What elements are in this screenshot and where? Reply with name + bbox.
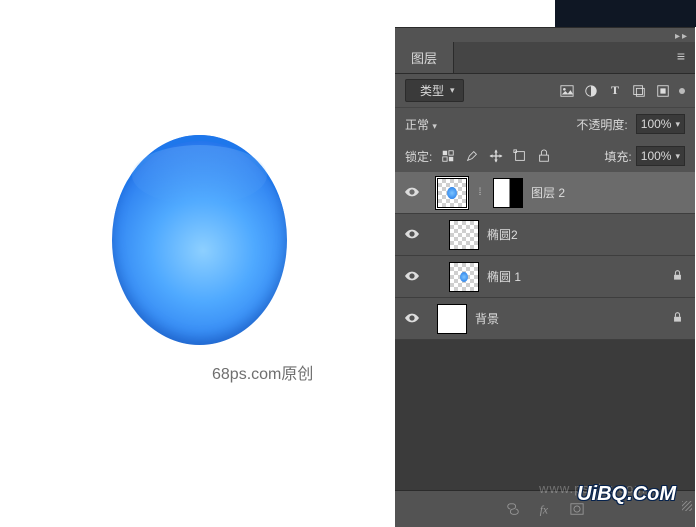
lock-position-icon[interactable] (486, 146, 506, 166)
blend-mode-select[interactable]: 正常 ▾ (405, 116, 477, 133)
chevron-down-icon: ▾ (432, 121, 437, 131)
lock-label: 锁定: (405, 148, 432, 165)
visibility-toggle[interactable] (403, 228, 421, 242)
lock-all-icon[interactable] (534, 146, 554, 166)
visibility-toggle[interactable] (403, 186, 421, 200)
opacity-input[interactable]: 100% ▾ (636, 114, 685, 134)
layer-row[interactable]: 背景 (395, 298, 695, 340)
lock-transparent-icon[interactable] (438, 146, 458, 166)
resize-grip[interactable] (682, 501, 692, 511)
chevron-down-icon: ▾ (675, 151, 680, 162)
layer-thumbnail[interactable] (437, 178, 467, 208)
collapse-icon[interactable]: ▸▸ (675, 31, 689, 42)
layer-thumbnail[interactable] (437, 304, 467, 334)
app-frame-fragment (555, 0, 696, 27)
blend-mode-value: 正常 (405, 118, 429, 132)
visibility-toggle[interactable] (403, 270, 421, 284)
layers-list: ⁞ 图层 2 椭圆2 椭圆 1 背景 (395, 172, 695, 340)
filter-row: 类型 ▾ T (395, 74, 695, 108)
lock-icon (672, 312, 683, 326)
filter-text-icon[interactable]: T (605, 81, 625, 101)
filter-adjust-icon[interactable] (581, 81, 601, 101)
lock-artboard-icon[interactable] (510, 146, 530, 166)
fill-input[interactable]: 100% ▾ (636, 146, 685, 166)
fill-label: 填充: (604, 148, 631, 165)
filter-smart-icon[interactable] (653, 81, 673, 101)
lock-icon (672, 270, 683, 284)
panel-menu-icon[interactable]: ≡ (667, 42, 695, 73)
lock-brush-icon[interactable] (462, 146, 482, 166)
opacity-value: 100% (641, 117, 672, 131)
link-layers-icon[interactable] (503, 499, 523, 519)
credit-text: 68ps.com原创 (212, 360, 313, 384)
chevron-down-icon: ▾ (450, 85, 455, 96)
mask-link-icon[interactable]: ⁞ (475, 187, 485, 198)
layer-style-icon[interactable]: fx (535, 499, 555, 519)
visibility-toggle[interactable] (403, 312, 421, 326)
chevron-down-icon: ▾ (675, 119, 680, 130)
filter-type-label: 类型 (420, 82, 444, 99)
blend-opacity-row: 正常 ▾ 不透明度: 100% ▾ (395, 108, 695, 140)
filter-image-icon[interactable] (557, 81, 577, 101)
layer-name[interactable]: 背景 (475, 310, 499, 327)
panel-controls: ▸▸ (395, 28, 695, 42)
layer-row[interactable]: ⁞ 图层 2 (395, 172, 695, 214)
tab-layers[interactable]: 图层 (395, 42, 454, 73)
layer-row[interactable]: 椭圆2 (395, 214, 695, 256)
fill-value: 100% (641, 149, 672, 163)
layers-empty-area[interactable] (395, 340, 695, 490)
mask-thumbnail[interactable] (493, 178, 523, 208)
lock-fill-row: 锁定: 填充: 100% ▾ (395, 140, 695, 172)
artwork-ellipse (112, 135, 287, 345)
layer-thumbnail[interactable] (449, 262, 479, 292)
opacity-label: 不透明度: (576, 116, 627, 133)
filter-shape-icon[interactable] (629, 81, 649, 101)
layer-name[interactable]: 椭圆2 (487, 226, 518, 243)
layers-panel[interactable]: ▸▸ 图层 ≡ 类型 ▾ T 正常 ▾ 不透明度: 100% ▾ (395, 27, 695, 514)
filter-toggle-icon[interactable] (679, 88, 685, 94)
layer-name[interactable]: 图层 2 (531, 184, 565, 201)
layer-type-filter[interactable]: 类型 ▾ (405, 79, 464, 102)
svg-text:fx: fx (540, 504, 548, 516)
watermark-logo: UiBQ.CoM (577, 483, 676, 506)
panel-tabs: 图层 ≡ (395, 42, 695, 74)
layer-name[interactable]: 椭圆 1 (487, 268, 521, 285)
layer-thumbnail[interactable] (449, 220, 479, 250)
layer-row[interactable]: 椭圆 1 (395, 256, 695, 298)
